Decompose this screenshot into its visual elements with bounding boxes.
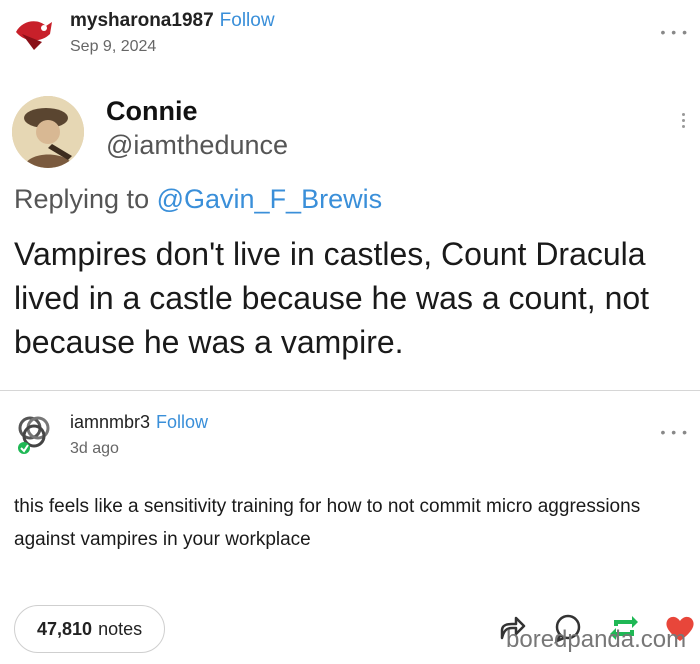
follow-button[interactable]: Follow: [220, 10, 275, 31]
more-horizontal-icon[interactable]: • • •: [661, 24, 688, 40]
tweet-text: Vampires don't live in castles, Count Dr…: [14, 236, 650, 360]
knot-avatar-image: [12, 412, 56, 456]
tweet-handle[interactable]: @iamthedunce: [106, 130, 288, 161]
reply-date: 3d ago: [70, 440, 119, 457]
notes-count: 47,810: [37, 618, 93, 639]
tweet-avatar[interactable]: [12, 96, 84, 168]
replying-to: Replying to @Gavin_F_Brewis: [14, 184, 382, 215]
reply-text: this feels like a sensitivity training f…: [14, 496, 641, 550]
avatar-image: [12, 12, 58, 54]
divider: [0, 390, 700, 391]
reply-avatar[interactable]: [12, 412, 56, 456]
tweet-display-name[interactable]: Connie: [106, 96, 198, 127]
post-username[interactable]: mysharona1987 Follow: [70, 10, 275, 32]
replying-prefix: Replying to: [14, 184, 150, 214]
notes-button[interactable]: 47,810 notes: [14, 605, 166, 653]
avatar[interactable]: [12, 12, 58, 54]
reply-username[interactable]: iamnmbr3 Follow: [70, 412, 208, 433]
reply-post: iamnmbr3 Follow 3d ago • • • this feels l…: [0, 400, 700, 570]
portrait-image: [12, 96, 84, 168]
replying-mention[interactable]: @Gavin_F_Brewis: [157, 184, 382, 214]
post-date: Sep 9, 2024: [70, 38, 157, 55]
embedded-tweet: Connie @iamthedunce Replying to @Gavin_F…: [0, 80, 700, 390]
post-username-text[interactable]: mysharona1987: [70, 10, 214, 31]
reply-more-horizontal-icon[interactable]: • • •: [661, 424, 688, 440]
vertical-more-icon: [682, 110, 686, 131]
watermark: boredpanda.com: [506, 626, 687, 653]
notes-label: notes: [98, 618, 143, 639]
reply-follow-button[interactable]: Follow: [156, 412, 208, 432]
reply-username-text[interactable]: iamnmbr3: [70, 412, 150, 432]
post-header: mysharona1987 Follow Sep 9, 2024 • • •: [0, 0, 700, 70]
